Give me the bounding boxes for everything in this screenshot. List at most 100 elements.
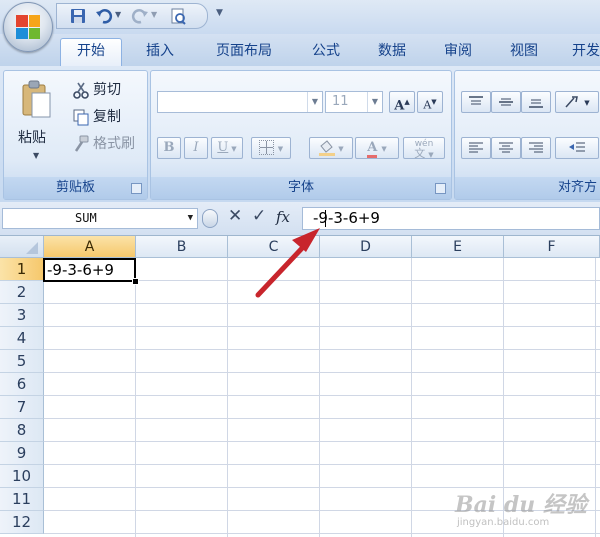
row-header-6[interactable]: 6 [0, 373, 44, 396]
formula-buttons: ✕ ✓ fx [202, 206, 302, 229]
enter-icon[interactable]: ✓ [252, 206, 266, 226]
clipboard-group-label: 剪贴板 [4, 177, 147, 199]
font-launcher-icon[interactable] [435, 183, 446, 194]
fill-color-button[interactable]: ▼ [309, 137, 353, 159]
paste-icon [22, 80, 51, 118]
scissors-icon [73, 82, 89, 99]
print-preview-icon[interactable] [169, 7, 187, 25]
cut-label: 剪切 [93, 82, 121, 98]
paste-button[interactable]: 粘贴 ▼ [8, 75, 64, 171]
tab-home[interactable]: 开始 [60, 38, 122, 68]
tab-page-layout[interactable]: 页面布局 [200, 39, 288, 63]
align-bottom-icon [529, 99, 543, 108]
align-top-icon [469, 95, 483, 104]
text-cursor [325, 210, 326, 227]
undo-dropdown-icon[interactable]: ▼ [115, 10, 121, 19]
font-color-button[interactable]: A ▼ [355, 137, 399, 159]
row-header-8[interactable]: 8 [0, 419, 44, 442]
watermark: Bai du 经验 jingyan.baidu.com [455, 485, 595, 530]
office-button[interactable] [3, 2, 53, 52]
grow-font-label: A [394, 98, 405, 114]
row-header-1[interactable]: 1 [0, 258, 44, 281]
active-cell-a1[interactable]: -9-3-6+9 [43, 258, 136, 282]
italic-button[interactable]: I [184, 137, 208, 159]
copy-button[interactable]: 复制 [72, 106, 121, 128]
copy-icon [73, 109, 89, 126]
align-right-icon [529, 142, 543, 152]
cancel-icon[interactable]: ✕ [228, 206, 242, 226]
decrease-indent-button[interactable] [555, 137, 599, 159]
fill-bucket-icon [319, 139, 336, 156]
tab-data[interactable]: 数据 [364, 39, 420, 63]
copy-label: 复制 [93, 109, 121, 125]
tab-insert[interactable]: 插入 [132, 39, 188, 63]
name-box-dropdown-icon[interactable]: ▼ [188, 209, 193, 228]
insert-function-button[interactable]: fx [276, 208, 290, 226]
row-header-10[interactable]: 10 [0, 465, 44, 488]
borders-button[interactable]: ▼ [251, 137, 291, 159]
paste-label: 粘贴 [18, 130, 46, 146]
column-header-f[interactable]: F [504, 236, 600, 258]
row-header-5[interactable]: 5 [0, 350, 44, 373]
font-group-label: 字体 [151, 177, 451, 199]
name-box-value: SUM [75, 211, 97, 225]
row-header-12[interactable]: 12 [0, 511, 44, 534]
save-icon[interactable] [69, 7, 87, 25]
undo-icon[interactable] [95, 7, 113, 25]
customize-qat-icon[interactable]: ▼ [216, 8, 223, 18]
borders-icon [258, 140, 274, 155]
row-header-3[interactable]: 3 [0, 304, 44, 327]
orientation-button[interactable]: ▼ [555, 91, 599, 113]
align-left-button[interactable] [461, 137, 491, 159]
bold-button[interactable]: B [157, 137, 181, 159]
shrink-font-button[interactable]: A▼ [417, 91, 443, 113]
font-name-combo[interactable]: ▼ [157, 91, 323, 113]
format-painter-icon [74, 135, 89, 152]
alignment-group-label: 对齐方 [455, 177, 600, 199]
clipboard-launcher-icon[interactable] [131, 183, 142, 194]
align-right-button[interactable] [521, 137, 551, 159]
redo-icon[interactable] [131, 7, 149, 25]
column-header-d[interactable]: D [320, 236, 412, 258]
font-size-dropdown-icon[interactable]: ▼ [367, 92, 382, 112]
align-bottom-button[interactable] [521, 91, 551, 113]
cut-button[interactable]: 剪切 [72, 79, 121, 101]
tab-formulas[interactable]: 公式 [298, 39, 354, 63]
underline-button[interactable]: U ▼ [211, 137, 243, 159]
column-header-b[interactable]: B [136, 236, 228, 258]
formula-value: -9-3-6+9 [313, 209, 380, 227]
align-top-button[interactable] [461, 91, 491, 113]
row-header-9[interactable]: 9 [0, 442, 44, 465]
row-header-11[interactable]: 11 [0, 488, 44, 511]
name-box[interactable]: SUM ▼ [2, 208, 198, 229]
resize-handle-icon[interactable] [202, 209, 218, 228]
fill-handle[interactable] [132, 278, 139, 285]
grow-font-button[interactable]: A▲ [389, 91, 415, 113]
column-header-a[interactable]: A [44, 236, 136, 258]
font-size-combo[interactable]: 11 ▼ [325, 91, 383, 113]
format-painter-label: 格式刷 [93, 136, 135, 152]
phonetic-button[interactable]: wén 文 ▼ [403, 137, 445, 159]
format-painter-button[interactable]: 格式刷 [72, 133, 135, 155]
tab-view[interactable]: 视图 [496, 39, 552, 63]
ribbon: 粘贴 ▼ 剪切 复制 格式刷 剪贴板 ▼ 11 ▼ A▲ A▼ B I U ▼ … [0, 66, 600, 203]
redo-dropdown-icon[interactable]: ▼ [151, 10, 157, 19]
row-header-2[interactable]: 2 [0, 281, 44, 304]
row-header-4[interactable]: 4 [0, 327, 44, 350]
select-all-triangle-icon [26, 242, 38, 254]
formula-input[interactable]: -9-3-6+9 [302, 207, 600, 230]
font-name-dropdown-icon[interactable]: ▼ [307, 92, 322, 112]
paste-dropdown-icon[interactable]: ▼ [33, 151, 39, 160]
font-group: ▼ 11 ▼ A▲ A▼ B I U ▼ ▼ ▼ A ▼ wén 文 ▼ 字体 [150, 70, 452, 200]
select-all-button[interactable] [0, 236, 44, 258]
align-middle-button[interactable] [491, 91, 521, 113]
column-header-c[interactable]: C [228, 236, 320, 258]
align-center-button[interactable] [491, 137, 521, 159]
font-size-value: 11 [332, 94, 349, 109]
tab-review[interactable]: 审阅 [430, 39, 486, 63]
tab-developer[interactable]: 开发 [562, 39, 600, 63]
row-header-7[interactable]: 7 [0, 396, 44, 419]
column-header-e[interactable]: E [412, 236, 504, 258]
watermark-url: jingyan.baidu.com [457, 517, 550, 528]
clipboard-group: 粘贴 ▼ 剪切 复制 格式刷 剪贴板 [3, 70, 148, 200]
